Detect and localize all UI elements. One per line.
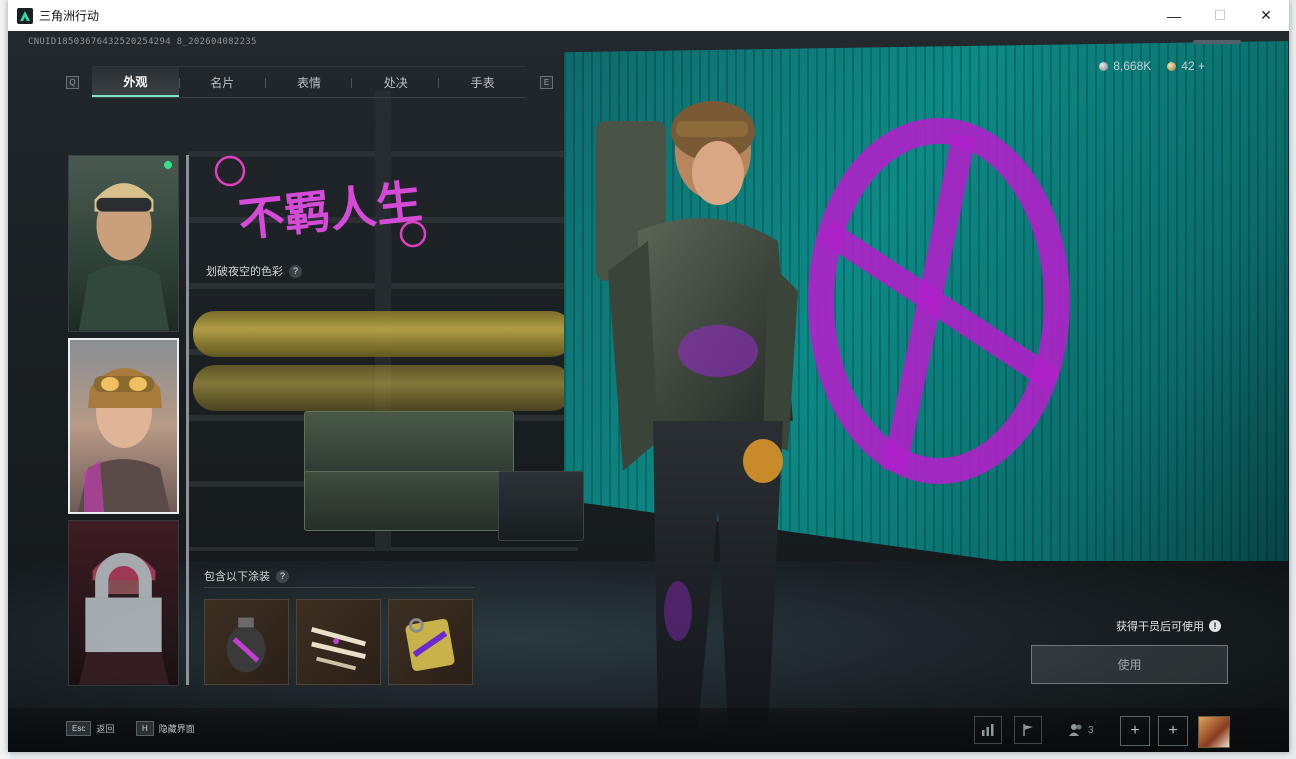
help-icon[interactable]: ?: [276, 569, 289, 583]
back-hint[interactable]: Esc 返回: [66, 721, 114, 736]
skin-portrait: [78, 183, 170, 331]
use-button[interactable]: 使用: [1031, 645, 1228, 684]
currency-bar: 8,668K 42 +: [1099, 59, 1205, 73]
tab-label: 处决: [383, 75, 408, 90]
top-indicator: [1193, 40, 1241, 44]
player-avatar[interactable]: [1198, 716, 1230, 748]
tab-appearance[interactable]: 外观: [92, 67, 179, 97]
blades-icon: [311, 626, 366, 671]
unlock-note-text: 获得干员后可使用: [1116, 621, 1204, 633]
includes-section-header: 包含以下涂装 ?: [204, 568, 289, 584]
esc-key: Esc: [66, 721, 92, 736]
tab-separator: [178, 78, 180, 88]
bottom-bar: Esc 返回 H 隐藏界面 3 + +: [8, 708, 1289, 752]
add-teammate-slot-2[interactable]: +: [1158, 716, 1188, 746]
skin-title-logo: 不羁人生: [214, 155, 427, 248]
equipped-indicator: [164, 161, 172, 169]
minimize-button[interactable]: —: [1151, 0, 1197, 31]
tab-label: 名片: [210, 75, 235, 90]
lock-icon: [85, 552, 162, 653]
skin-card-selected[interactable]: [68, 338, 179, 514]
card-scrollbar[interactable]: [186, 155, 189, 685]
pipe-scenery: [193, 311, 573, 357]
skin-description: 划破夜空的色彩 ?: [206, 263, 302, 279]
gold-amount: 42 +: [1181, 59, 1205, 73]
tab-label: 手表: [470, 75, 495, 90]
unlock-requirement: 获得干员后可使用 !: [1116, 618, 1221, 634]
currency-gold[interactable]: 42 +: [1167, 59, 1205, 73]
skin-portrait: [78, 368, 170, 512]
back-label: 返回: [96, 724, 115, 734]
h-key: H: [136, 721, 154, 736]
info-icon[interactable]: !: [1209, 620, 1221, 632]
scrollbar-thumb[interactable]: [186, 155, 189, 685]
team-button[interactable]: 3: [1068, 716, 1094, 744]
operator-character: [596, 101, 798, 731]
game-viewport: CNUID18503676432520254294 8_202604082235…: [8, 31, 1289, 752]
tab-watch[interactable]: 手表: [439, 67, 526, 97]
tab-label: 表情: [296, 75, 321, 90]
included-item-knife-skin[interactable]: [296, 599, 381, 685]
app-window: 三角洲行动 — ☐ ✕ CNUID18503676432520254294 8_…: [8, 0, 1289, 752]
skin-card-locked[interactable]: [68, 520, 179, 686]
category-tabs: 外观 名片 表情 处决 手表: [92, 66, 526, 98]
add-teammate-slot-1[interactable]: +: [1120, 716, 1150, 746]
team-icon: [1069, 724, 1082, 736]
help-icon[interactable]: ?: [289, 264, 302, 278]
skin-title-text: 不羁人生: [236, 174, 425, 247]
silver-amount: 8,668K: [1113, 59, 1152, 73]
cnuid-label: CNUID18503676432520254294 8_202604082235: [28, 37, 257, 47]
included-items: [204, 599, 473, 685]
app-logo-icon: [17, 7, 33, 24]
included-item-case-skin[interactable]: [388, 599, 473, 685]
window-title: 三角洲行动: [39, 9, 100, 23]
tab-prev-key[interactable]: Q: [66, 76, 79, 89]
includes-label: 包含以下涂装: [204, 571, 270, 583]
hide-ui-label: 隐藏界面: [158, 724, 195, 734]
titlebar: 三角洲行动 — ☐ ✕: [8, 0, 1289, 31]
maximize-button[interactable]: ☐: [1197, 0, 1243, 31]
tab-emote[interactable]: 表情: [266, 67, 353, 97]
close-button[interactable]: ✕: [1243, 0, 1289, 31]
silver-coin-icon: [1099, 61, 1109, 71]
skin-subtitle-text: 划破夜空的色彩: [206, 266, 283, 278]
team-count: 3: [1088, 724, 1094, 736]
grenade-icon: [226, 617, 266, 673]
case-icon: [405, 618, 455, 671]
divider: [204, 587, 474, 588]
window-controls: — ☐ ✕: [1151, 0, 1289, 31]
tab-next-key[interactable]: E: [540, 76, 553, 89]
bar-chart-icon: [982, 724, 994, 736]
tab-namecard[interactable]: 名片: [178, 67, 266, 97]
skin-card-default[interactable]: [68, 155, 179, 332]
gold-coin-icon: [1167, 61, 1177, 71]
hide-ui-hint[interactable]: H 隐藏界面: [136, 721, 195, 736]
flag-icon: [1023, 724, 1033, 736]
stats-button[interactable]: [974, 716, 1002, 744]
included-item-grenade-skin[interactable]: [204, 599, 289, 685]
tab-execution[interactable]: 处决: [352, 67, 440, 97]
pipe-scenery: [193, 365, 573, 411]
graffiti-symbol: [808, 118, 1070, 484]
tab-label: 外观: [123, 74, 148, 89]
flag-button[interactable]: [1014, 716, 1042, 744]
currency-silver[interactable]: 8,668K: [1099, 59, 1151, 73]
